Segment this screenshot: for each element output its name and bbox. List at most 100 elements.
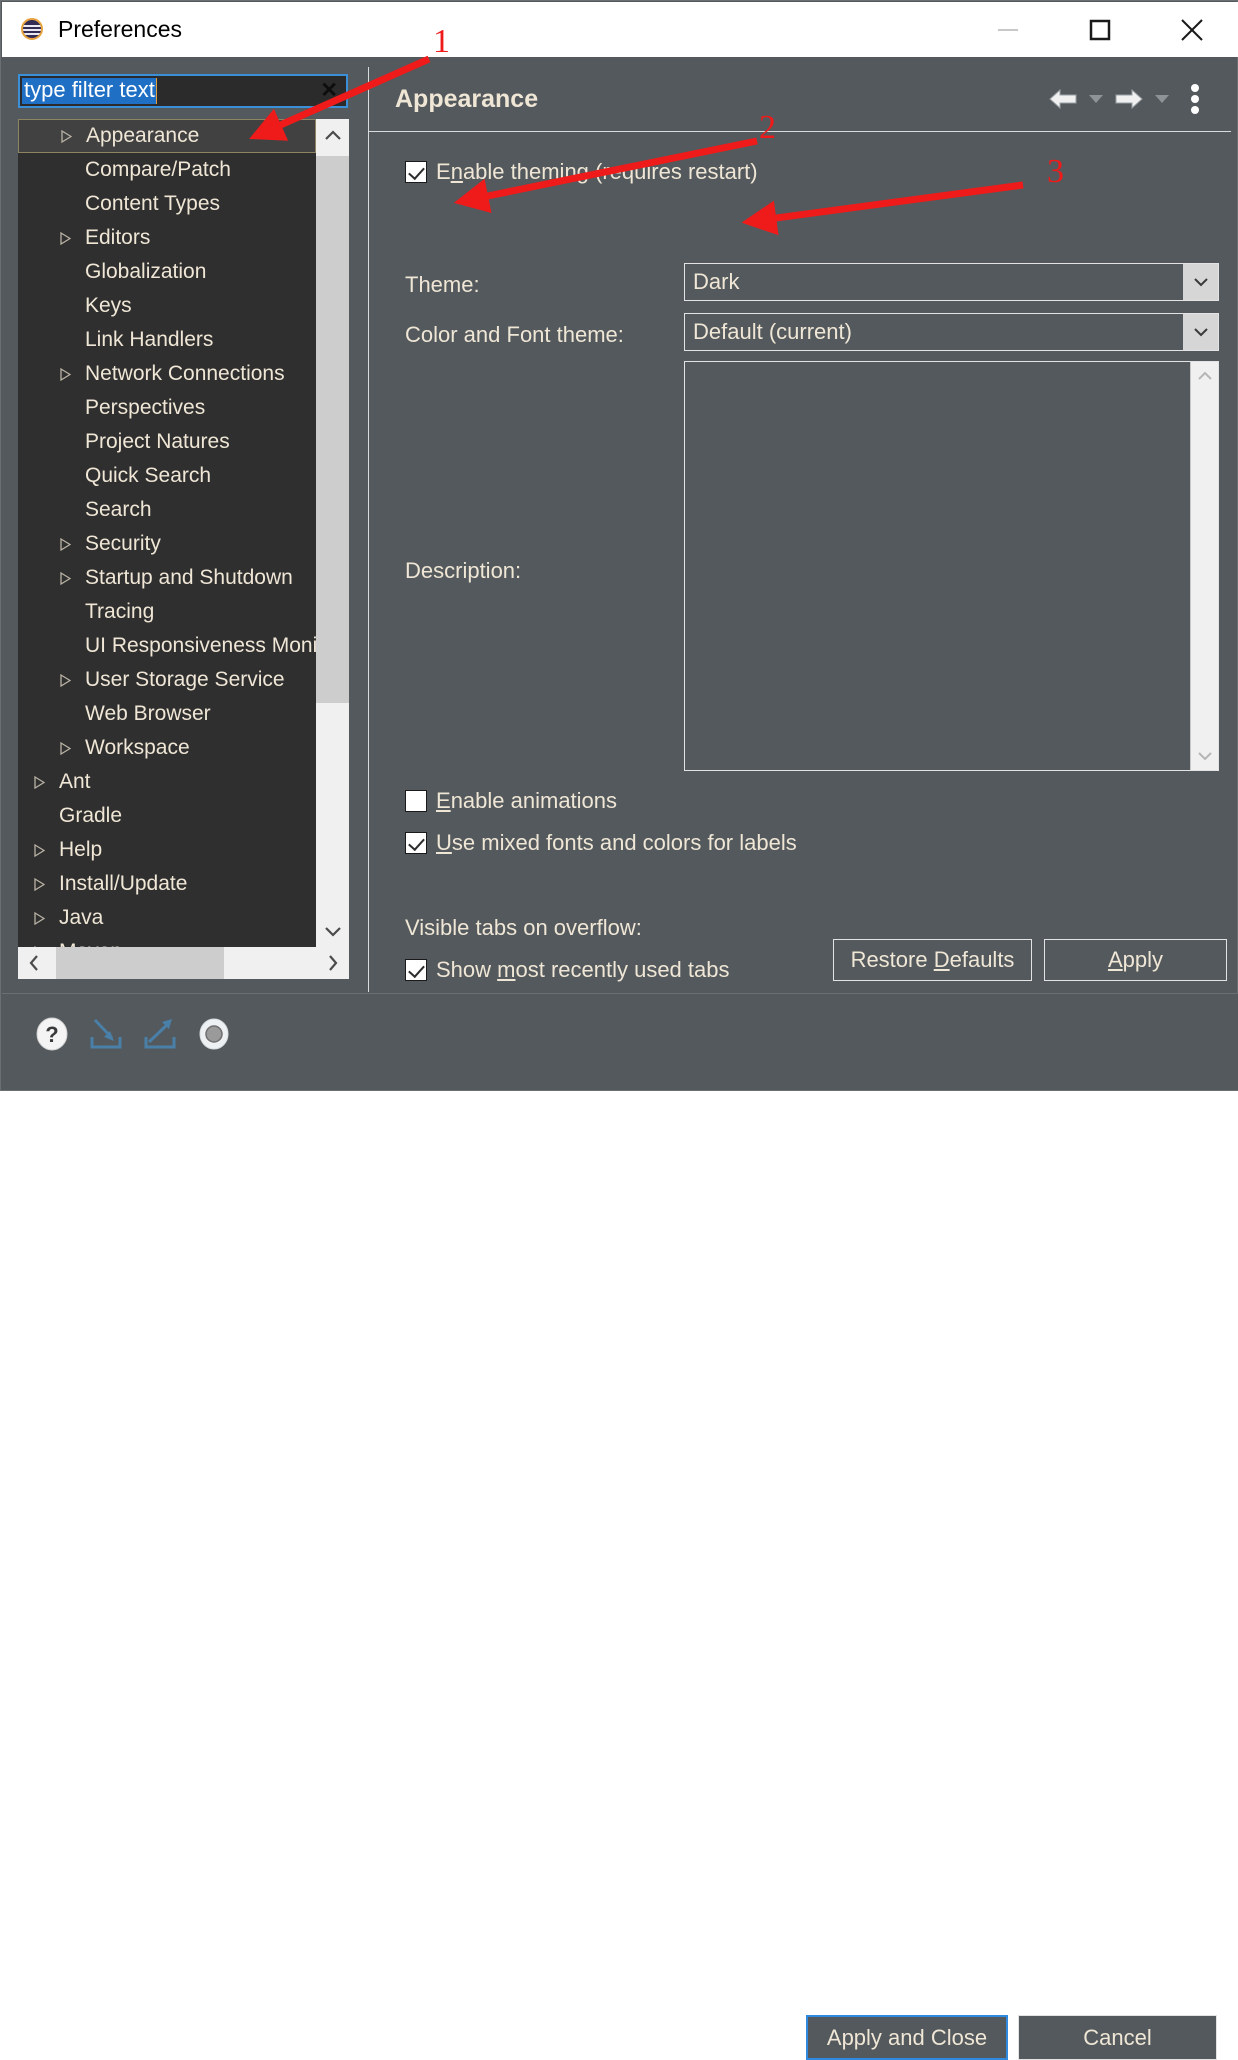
tree-item[interactable]: Network Connections xyxy=(18,357,316,391)
tree-item[interactable]: Install/Update xyxy=(18,867,316,901)
status-circle-icon[interactable] xyxy=(194,1014,234,1054)
enable-animations-checkbox-box[interactable] xyxy=(405,790,427,812)
tree-item[interactable]: Compare/Patch xyxy=(18,153,316,187)
apply-label: Apply xyxy=(1107,947,1164,972)
help-icon[interactable]: ? xyxy=(32,1014,72,1054)
tree-vertical-scrollbar[interactable] xyxy=(316,119,349,947)
tree-item-label: Keys xyxy=(85,294,132,317)
tree-item[interactable]: Java xyxy=(18,901,316,935)
window-title: Preferences xyxy=(58,16,183,42)
page-title: Appearance xyxy=(395,84,539,113)
enable-theming-checkbox[interactable]: Enable theming (requires restart) xyxy=(405,159,758,185)
scroll-right-icon[interactable] xyxy=(317,947,349,979)
tree-item[interactable]: Gradle xyxy=(18,799,316,833)
tree-item[interactable]: Perspectives xyxy=(18,391,316,425)
expand-triangle-icon[interactable] xyxy=(58,537,72,551)
tree-item[interactable]: Security xyxy=(18,527,316,561)
enable-animations-checkbox[interactable]: Enable animations xyxy=(405,788,617,814)
tree-item-label: Startup and Shutdown xyxy=(85,566,293,589)
import-icon[interactable] xyxy=(86,1014,126,1054)
expand-triangle-icon[interactable] xyxy=(58,741,72,755)
restore-defaults-button[interactable]: Restore Defaults xyxy=(833,939,1032,981)
tree-item-label: Tracing xyxy=(85,600,155,623)
tree-item[interactable]: Content Types xyxy=(18,187,316,221)
scroll-up-icon[interactable] xyxy=(316,119,349,152)
description-scroll-down-icon[interactable] xyxy=(1191,742,1218,770)
theme-combobox[interactable]: Dark xyxy=(684,263,1219,301)
tree-item-label: Appearance xyxy=(86,124,200,147)
filter-input-value: type filter text xyxy=(22,77,157,104)
forward-arrow-icon[interactable] xyxy=(1111,81,1147,117)
tree-hscrollbar-thumb[interactable] xyxy=(56,947,224,979)
tree-horizontal-scrollbar[interactable] xyxy=(18,947,349,979)
scroll-down-icon[interactable] xyxy=(316,914,349,947)
tree-item[interactable]: Appearance xyxy=(18,119,316,153)
tree-item[interactable]: Startup and Shutdown xyxy=(18,561,316,595)
tree-item-label: Globalization xyxy=(85,260,207,283)
left-pane: type filter text ✕ Appearance Compare/Pat… xyxy=(2,57,366,992)
tree-item[interactable]: Help xyxy=(18,833,316,867)
tree-item-label: Link Handlers xyxy=(85,328,214,351)
description-label: Description: xyxy=(405,558,522,583)
expand-triangle-icon[interactable] xyxy=(58,231,72,245)
color-font-theme-chevron-down-icon[interactable] xyxy=(1183,314,1218,350)
show-mru-tabs-checkbox[interactable]: Show most recently used tabs xyxy=(405,957,730,983)
apply-and-close-button[interactable]: Apply and Close xyxy=(806,2015,1008,2060)
tree-rows: Appearance Compare/Patch Content Types Edit… xyxy=(18,119,316,947)
tree-item-label: Security xyxy=(85,532,161,555)
expand-triangle-icon[interactable] xyxy=(58,367,72,381)
theme-label: Theme: xyxy=(405,272,480,297)
expand-triangle-icon[interactable] xyxy=(58,673,72,687)
tree-item[interactable]: Workspace xyxy=(18,731,316,765)
tree-item-label: Search xyxy=(85,498,152,521)
tree-scrollbar-thumb[interactable] xyxy=(316,156,349,703)
tree-item[interactable]: Globalization xyxy=(18,255,316,289)
maximize-button[interactable] xyxy=(1054,2,1146,57)
tree-item-label: User Storage Service xyxy=(85,668,285,691)
show-mru-tabs-checkbox-box[interactable] xyxy=(405,959,427,981)
tree-item[interactable]: Keys xyxy=(18,289,316,323)
tree-item[interactable]: User Storage Service xyxy=(18,663,316,697)
tree-item[interactable]: Project Natures xyxy=(18,425,316,459)
expand-triangle-icon[interactable] xyxy=(59,129,73,143)
title-bar: Preferences xyxy=(2,2,1238,57)
expand-triangle-icon[interactable] xyxy=(58,571,72,585)
export-icon[interactable] xyxy=(140,1014,180,1054)
expand-triangle-icon[interactable] xyxy=(32,775,46,789)
filter-input[interactable]: type filter text ✕ xyxy=(18,74,348,108)
preferences-tree[interactable]: Appearance Compare/Patch Content Types Edit… xyxy=(18,119,349,947)
tree-item[interactable]: Quick Search xyxy=(18,459,316,493)
theme-chevron-down-icon[interactable] xyxy=(1183,264,1218,300)
forward-dropdown-chevron-down-icon[interactable] xyxy=(1151,81,1173,117)
tree-item[interactable]: Link Handlers xyxy=(18,323,316,357)
color-font-theme-combobox-value: Default (current) xyxy=(693,319,852,344)
tree-item[interactable]: Ant xyxy=(18,765,316,799)
back-arrow-icon[interactable] xyxy=(1045,81,1081,117)
close-button[interactable] xyxy=(1146,2,1238,57)
mixed-fonts-checkbox-box[interactable] xyxy=(405,832,427,854)
description-textarea[interactable] xyxy=(684,361,1219,771)
back-dropdown-chevron-down-icon[interactable] xyxy=(1085,81,1107,117)
enable-theming-checkbox-box[interactable] xyxy=(405,161,427,183)
kebab-menu-icon[interactable] xyxy=(1177,81,1213,117)
enable-theming-label: Enable theming (requires restart) xyxy=(436,159,758,184)
tree-item[interactable]: Maven xyxy=(18,935,316,947)
minimize-button[interactable] xyxy=(962,2,1054,57)
description-scrollbar[interactable] xyxy=(1190,362,1218,770)
scroll-left-icon[interactable] xyxy=(18,947,50,979)
tree-item[interactable]: UI Responsiveness Monitoring xyxy=(18,629,316,663)
apply-button[interactable]: Apply xyxy=(1044,939,1227,981)
cancel-button[interactable]: Cancel xyxy=(1018,2015,1217,2060)
expand-triangle-icon[interactable] xyxy=(32,877,46,891)
tree-item[interactable]: Search xyxy=(18,493,316,527)
header-toolbar xyxy=(1045,81,1213,117)
mixed-fonts-checkbox[interactable]: Use mixed fonts and colors for labels xyxy=(405,830,797,856)
tree-item[interactable]: Web Browser xyxy=(18,697,316,731)
expand-triangle-icon[interactable] xyxy=(32,843,46,857)
expand-triangle-icon[interactable] xyxy=(32,911,46,925)
tree-item[interactable]: Editors xyxy=(18,221,316,255)
color-font-theme-combobox[interactable]: Default (current) xyxy=(684,313,1219,351)
clear-icon[interactable]: ✕ xyxy=(320,80,338,101)
description-scroll-up-icon[interactable] xyxy=(1191,362,1218,390)
tree-item[interactable]: Tracing xyxy=(18,595,316,629)
